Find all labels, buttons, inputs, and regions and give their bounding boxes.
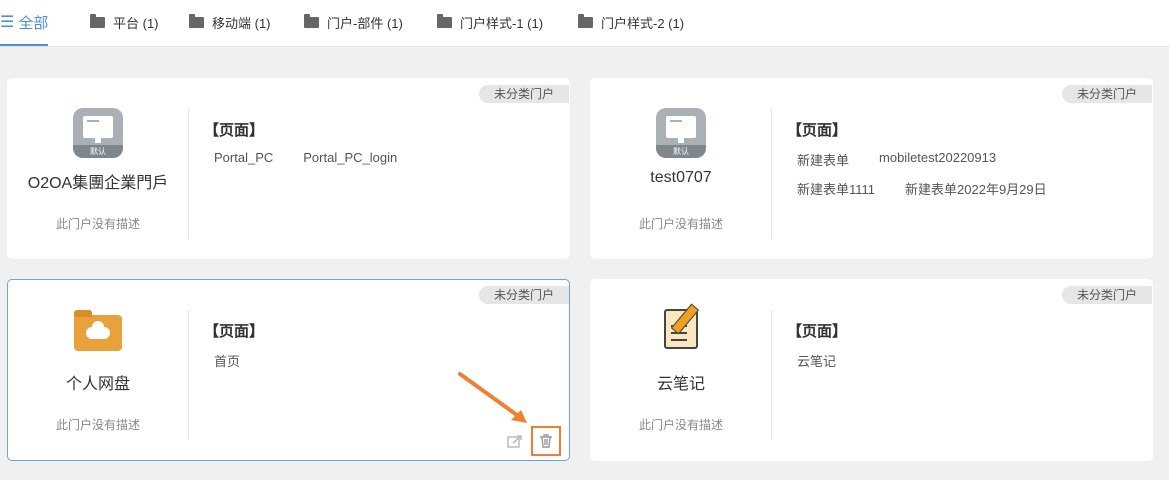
folder-icon [578,13,593,28]
portal-name: 个人网盘 [65,376,130,393]
category-tab-bar: ☰ 全部 平台 (1) 移动端 (1) 门户-部件 (1) 门户样式-1 (1)… [0,0,1169,47]
page-link[interactable]: 新建表单 [797,150,849,169]
page-link[interactable]: 新建表单1111 [797,179,875,198]
tab-mobile-label: 移动端 (1) [212,15,271,31]
portal-name: 云笔记 [656,376,705,393]
portal-name: test0707 [650,169,712,186]
card-divider [771,109,772,239]
export-icon[interactable] [507,434,523,448]
tab-portal-style-2[interactable]: 门户样式-2 (1) [578,0,684,44]
tab-portal-style-1-label: 门户样式-1 (1) [460,15,544,31]
monitor-default-icon: 默认 [656,108,706,158]
icon-label: 默认 [656,145,706,158]
card-divider [771,310,772,440]
category-badge: 未分类门户 [1062,286,1152,304]
portal-description: 此门户没有描述 [55,217,140,231]
page-link[interactable]: mobiletest20220913 [879,150,996,169]
folder-icon [437,13,452,28]
category-badge: 未分类门户 [1062,85,1152,103]
portal-card[interactable]: 未分类门户 默认 test0707 此门户没有描述 【页面】 新建表单 mobi… [590,78,1153,259]
pages-section-title: 【页面】 [787,122,848,139]
folder-icon [304,13,319,28]
note-pencil-icon [664,303,700,349]
page-link[interactable]: Portal_PC [214,150,273,165]
tab-platform-label: 平台 (1) [113,15,159,31]
tab-platform[interactable]: 平台 (1) [90,0,159,44]
delete-button[interactable] [531,426,561,456]
portal-name: O2OA集團企業門戶 [27,175,169,192]
tab-portal-widget-label: 门户-部件 (1) [327,15,403,31]
cloud-folder-icon [74,310,122,351]
menu-icon: ☰ [0,14,15,31]
tab-portal-style-2-label: 门户样式-2 (1) [601,15,685,31]
tab-portal-widget[interactable]: 门户-部件 (1) [304,0,403,44]
pages-section-title: 【页面】 [204,122,265,139]
card-actions [507,426,561,456]
tab-all[interactable]: ☰ 全部 [0,0,49,46]
page-link[interactable]: 新建表单2022年9月29日 [905,179,1047,198]
tab-portal-style-1[interactable]: 门户样式-1 (1) [437,0,543,44]
portal-card[interactable]: 未分类门户 云笔记 此门户没有描述 【页面】 云笔记 [590,279,1153,461]
annotation-arrow [458,372,527,423]
trash-icon [540,434,552,448]
tab-mobile[interactable]: 移动端 (1) [189,0,271,44]
page-link[interactable]: 云笔记 [797,351,836,370]
tab-all-label: 全部 [18,14,49,32]
card-divider [188,310,189,440]
page-link[interactable]: 首页 [214,351,240,370]
portal-description: 此门户没有描述 [55,418,140,432]
portal-description: 此门户没有描述 [638,217,723,231]
folder-icon [189,13,204,28]
monitor-default-icon: 默认 [73,108,123,158]
page-link[interactable]: Portal_PC_login [303,150,397,165]
portal-description: 此门户没有描述 [638,418,723,432]
icon-label: 默认 [73,145,123,158]
pages-section-title: 【页面】 [787,323,848,340]
folder-icon [90,13,105,28]
portal-card[interactable]: 未分类门户 默认 O2OA集團企業門戶 此门户没有描述 【页面】 Portal_… [7,78,570,259]
category-badge: 未分类门户 [479,85,569,103]
category-badge: 未分类门户 [479,286,569,304]
pages-section-title: 【页面】 [204,323,265,340]
card-divider [188,109,189,239]
